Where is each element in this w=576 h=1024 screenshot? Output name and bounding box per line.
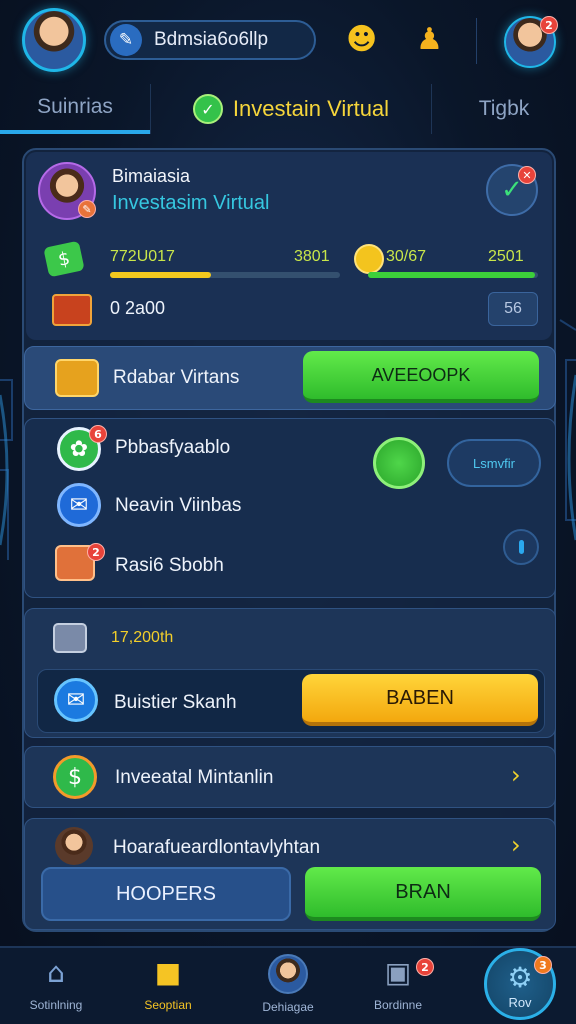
tab-left-label: Suinrias xyxy=(37,95,113,118)
friend-badge: 2 xyxy=(540,16,558,34)
rewards-card: 17,200th ✉ Buistier Skanh BABEN xyxy=(24,608,556,738)
nav-label-2: Seoptian xyxy=(144,998,192,1012)
list-card: ✿ 6 Pbbasfyaablo ✉ Neavin Viinbas 2 Rasi… xyxy=(24,418,556,598)
last-card: Hoarafueardlontavlyhtan › HOOPERS BRAN xyxy=(24,818,556,930)
nav-label-1: Sotinlning xyxy=(29,998,83,1012)
dollar-gear-icon: $ xyxy=(53,755,97,799)
side-button[interactable]: Lsmvfir xyxy=(447,439,541,487)
chevron-right-icon[interactable]: › xyxy=(511,761,521,789)
small-button[interactable]: 56 xyxy=(488,292,538,326)
nav-item-1[interactable]: ⌂ Sotinlning xyxy=(8,954,104,1012)
side-button-label: Lsmvfir xyxy=(473,455,515,471)
tab-right[interactable]: Tigbk xyxy=(432,84,576,134)
promo-button-label: AVEEOOPK xyxy=(371,364,471,385)
coins-value: 0 2a00 xyxy=(110,298,166,318)
chat-bubble-icon: ✉ xyxy=(54,678,98,722)
person-icon xyxy=(55,827,93,865)
chest-icon xyxy=(52,294,92,326)
rewards-amount: 17,200th xyxy=(111,629,174,646)
search-icon: ✎ xyxy=(110,24,142,56)
tab-mid-label: Investain Virtual xyxy=(232,96,390,121)
sun-icon[interactable]: ☻ xyxy=(346,22,377,57)
last-card-label: Hoarafueardlontavlyhtan xyxy=(113,837,321,858)
stat1-left: 772U017 xyxy=(110,248,175,265)
invest-label: Inveeatal Mintanlin xyxy=(115,767,274,788)
list-item-1[interactable]: Pbbasfyaablo xyxy=(115,437,230,459)
toggle-indicator xyxy=(518,540,524,554)
profile-badge-icon: ✎ xyxy=(78,200,96,218)
stat2-left: 30/67 xyxy=(386,248,427,265)
tab-investain[interactable]: ✓ Investain Virtual xyxy=(150,84,432,134)
profile-card: ✎ Bimaiasia Investasim Virtual ✓ ✕ $ 772… xyxy=(26,152,552,340)
bran-button-label: BRAN xyxy=(395,880,451,903)
profile-name: Bimaiasia xyxy=(112,166,191,186)
nav-badge-4: 2 xyxy=(416,958,434,976)
nav-label-3: Dehiagae xyxy=(262,1000,314,1014)
profile-subtitle: Investasim Virtual xyxy=(112,192,270,214)
gear-button[interactable] xyxy=(373,437,425,489)
tab-right-label: Tigbk xyxy=(478,97,530,120)
small-button-label: 56 xyxy=(504,300,522,317)
nav-item-4[interactable]: ▣ 2 Bordinne xyxy=(350,954,446,1012)
search-bar[interactable]: ✎ Bdmsia6o6llp xyxy=(104,20,316,60)
stat2-right: 2501 xyxy=(488,248,524,265)
stat1-bar xyxy=(110,272,340,278)
invest-row[interactable]: $ Inveeatal Mintanlin › xyxy=(24,746,556,808)
nav-label-5: Rov xyxy=(508,995,532,1010)
tab-bar: Suinrias ✓ Investain Virtual Tigbk xyxy=(0,84,576,134)
rewards-button-label: BABEN xyxy=(386,686,454,709)
tab-left[interactable]: Suinrias xyxy=(0,84,150,134)
search-text: Bdmsia6o6llp xyxy=(154,29,269,50)
bell-icon[interactable]: ♟ xyxy=(416,22,443,57)
lock-icon: ⌂ xyxy=(47,956,65,989)
nav-item-2[interactable]: ■ Seoptian xyxy=(120,954,216,1012)
promo-label: Rdabar Virtans xyxy=(113,367,240,388)
item1-badge: 6 xyxy=(89,425,107,443)
rewards-row: ✉ Buistier Skanh BABEN xyxy=(37,669,545,733)
chevron-right-icon-2[interactable]: › xyxy=(511,831,521,859)
toggle-pill[interactable] xyxy=(503,529,539,565)
stat2-bar xyxy=(368,272,538,278)
nav-label-4: Bordinne xyxy=(373,998,423,1012)
stat1-right: 3801 xyxy=(294,248,330,265)
bottom-nav: ⌂ Sotinlning ■ Seoptian Dehiagae ▣ 2 Bor… xyxy=(0,946,576,1024)
treasure-icon xyxy=(55,359,99,397)
divider xyxy=(476,18,477,64)
list-item-3[interactable]: Rasi6 Sbobh xyxy=(115,555,224,577)
card-icon xyxy=(53,623,87,653)
promo-row: Rdabar Virtans AVEEOOPK xyxy=(24,346,556,410)
stat2-bar-fill xyxy=(368,272,535,278)
check-icon: ✓ xyxy=(192,94,223,124)
promo-button[interactable]: AVEEOOPK xyxy=(303,351,539,403)
item3-badge: 2 xyxy=(87,543,105,561)
card-nav-icon: ■ xyxy=(154,956,182,989)
nav-badge-5: 3 xyxy=(534,956,552,974)
check-badge: ✕ xyxy=(518,166,536,184)
bran-button[interactable]: BRAN xyxy=(305,867,541,921)
rewards-row-label: Buistier Skanh xyxy=(114,692,237,713)
money-icon: $ xyxy=(43,240,85,278)
avatar-icon xyxy=(268,954,308,994)
nav-item-3[interactable]: Dehiagae xyxy=(240,954,336,1014)
top-bar: ✎ Bdmsia6o6llp ☻ ♟ 2 xyxy=(0,0,576,84)
list-item-2[interactable]: Neavin Viinbas xyxy=(115,495,241,517)
hoopers-button[interactable]: HOOPERS xyxy=(41,867,291,921)
coin-icon xyxy=(354,244,384,274)
rewards-button[interactable]: BABEN xyxy=(302,674,538,726)
chat-icon: ✉ xyxy=(57,483,101,527)
player-avatar[interactable] xyxy=(22,8,86,72)
stat1-bar-fill xyxy=(110,272,212,278)
hoopers-button-label: HOOPERS xyxy=(115,882,217,905)
main-panel: ✎ Bimaiasia Investasim Virtual ✓ ✕ $ 772… xyxy=(22,148,556,932)
